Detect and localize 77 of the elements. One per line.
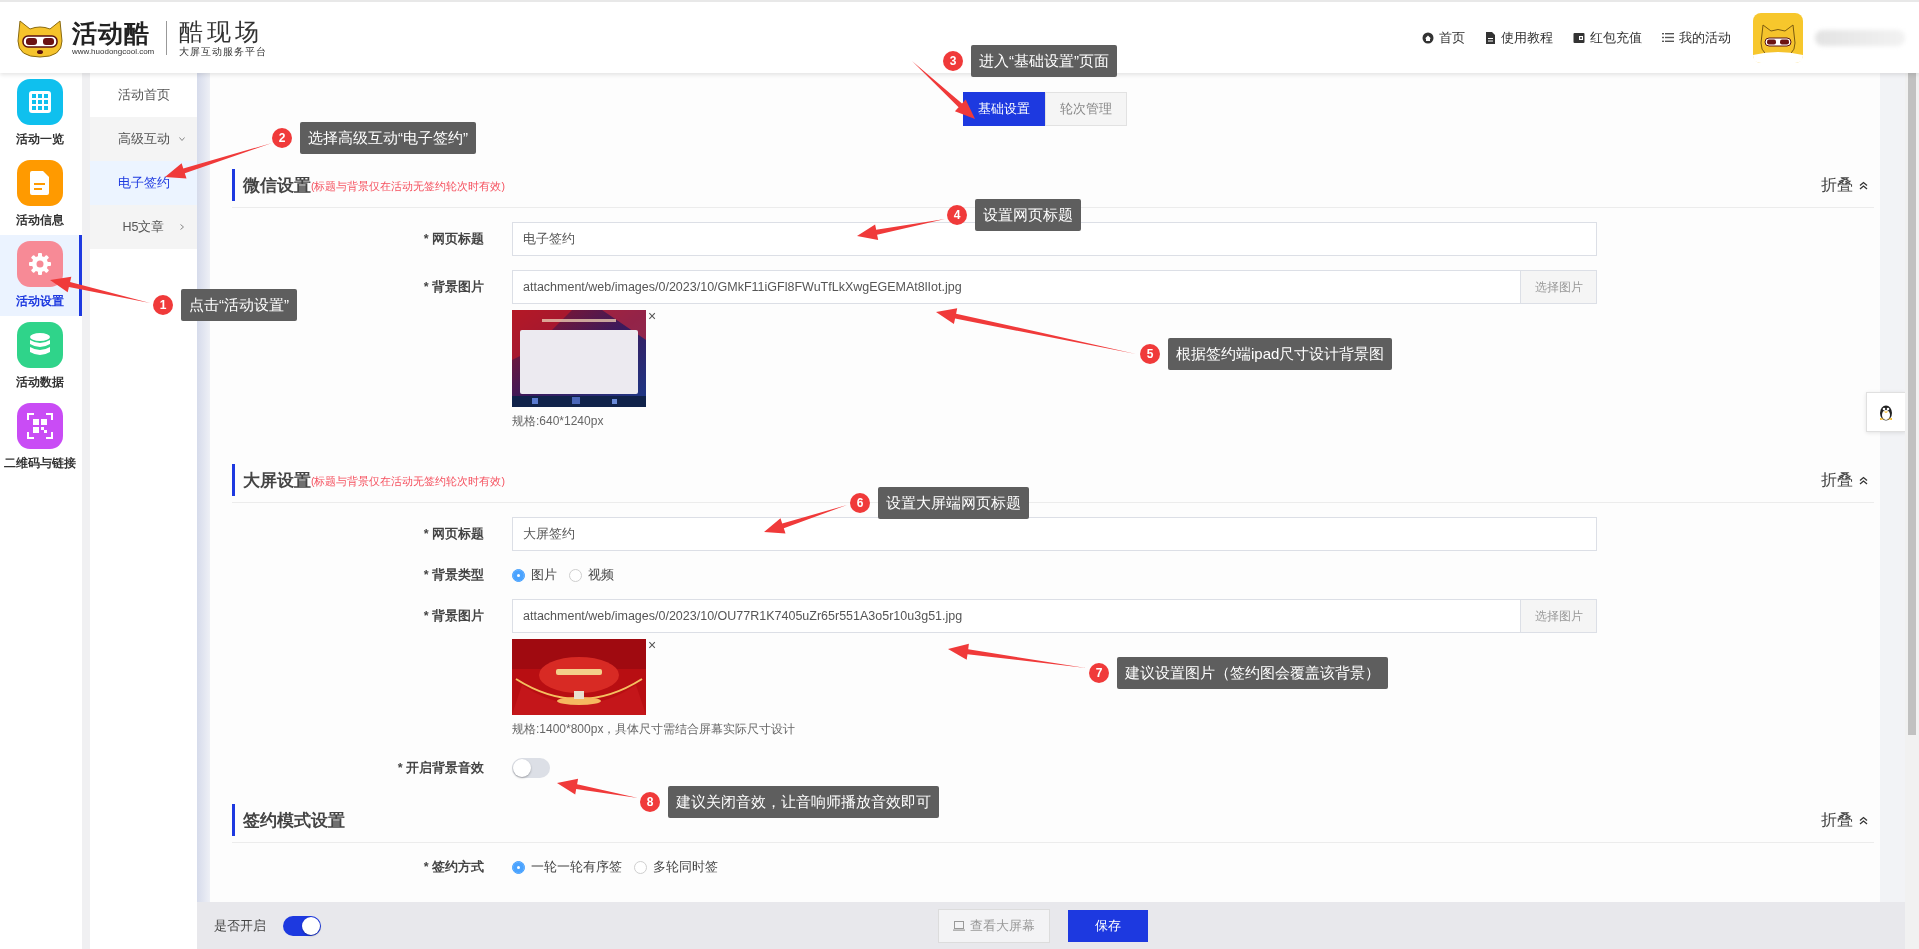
size-hint: 规格:640*1240px xyxy=(512,413,604,430)
qr-code-icon xyxy=(26,413,53,439)
size-hint: 规格:1400*800px，具体尺寸需结合屏幕实际尺寸设计 xyxy=(512,721,796,738)
product-name: 酷现场 xyxy=(179,18,265,46)
radio-label[interactable]: 视频 xyxy=(588,566,614,584)
field-label: * 网页标题 xyxy=(423,232,484,246)
document-icon xyxy=(1485,31,1496,44)
remove-image-button[interactable]: × xyxy=(646,310,659,322)
submenu-item[interactable]: 电子签约 xyxy=(90,161,197,205)
chevron-right-icon xyxy=(179,224,185,230)
callout-tooltip: 设置网页标题 xyxy=(975,199,1081,231)
input-field[interactable]: 大屏签约 xyxy=(512,517,1597,551)
grid-icon xyxy=(27,90,52,114)
monitor-icon xyxy=(953,920,965,931)
collapse-button[interactable]: 折叠 xyxy=(1821,809,1868,831)
home-icon xyxy=(1422,31,1434,44)
collapse-button[interactable]: 折叠 xyxy=(1821,469,1868,491)
field-label: * 签约方式 xyxy=(423,860,484,874)
radio-label[interactable]: 一轮一轮有序签 xyxy=(531,858,622,876)
input-field[interactable]: 电子签约 xyxy=(512,222,1597,256)
nav-link[interactable]: 我的活动 xyxy=(1662,28,1731,47)
brand-name: 活动酷 xyxy=(72,18,151,47)
tab[interactable]: 基础设置 xyxy=(963,92,1045,126)
wallet-icon xyxy=(1573,31,1585,44)
scrollbar-thumb[interactable] xyxy=(1908,73,1916,735)
field-label: * 背景图片 xyxy=(423,280,484,294)
save-button[interactable]: 保存 xyxy=(1068,909,1148,942)
avatar[interactable] xyxy=(1753,12,1803,63)
section-note: (标题与背景仅在活动无签约轮次时有效) xyxy=(311,179,505,194)
sidebar-item[interactable]: 活动设置 xyxy=(0,235,82,316)
radio-button[interactable] xyxy=(569,568,582,582)
radio-button[interactable] xyxy=(512,568,525,582)
sidebar-item[interactable]: 活动数据 xyxy=(0,316,82,397)
chat-button[interactable] xyxy=(1866,392,1905,432)
section-title: 微信设置 xyxy=(243,174,311,197)
field-label: * 网页标题 xyxy=(423,527,484,541)
toggle-switch[interactable] xyxy=(283,915,321,936)
radio-label[interactable]: 图片 xyxy=(531,566,557,584)
callout-tooltip: 选择高级互动“电子签约” xyxy=(300,122,476,154)
submenu-item[interactable]: H5文章 xyxy=(90,205,197,249)
enable-label: 是否开启 xyxy=(214,916,266,935)
submenu-item[interactable]: 高级互动 xyxy=(90,117,197,161)
nav-link[interactable]: 使用教程 xyxy=(1485,28,1553,47)
product-slogan: 大屏互动服务平台 xyxy=(179,46,268,57)
list-icon xyxy=(1662,32,1674,43)
double-chevron-up-icon xyxy=(1859,180,1868,190)
callout-tooltip: 建议设置图片（签约图会覆盖该背景） xyxy=(1117,657,1388,689)
sidebar-item[interactable]: 活动一览 xyxy=(0,73,82,154)
nav-link[interactable]: 红包充值 xyxy=(1573,28,1642,47)
callout-tooltip: 根据签约端ipad尺寸设计背景图 xyxy=(1168,338,1393,370)
callout-tooltip: 建议关闭音效，让音响师播放音效即可 xyxy=(668,786,939,818)
document-icon xyxy=(29,171,50,195)
callout-tooltip: 点击“活动设置” xyxy=(181,289,297,321)
double-chevron-up-icon xyxy=(1859,815,1868,825)
remove-image-button[interactable]: × xyxy=(646,639,659,651)
field-label: * 背景图片 xyxy=(423,609,484,623)
radio-button[interactable] xyxy=(634,860,647,874)
database-icon xyxy=(28,333,51,357)
section-note: (标题与背景仅在活动无签约轮次时有效) xyxy=(311,474,505,489)
penguin-icon xyxy=(1878,403,1894,421)
callout-tooltip: 设置大屏端网页标题 xyxy=(878,487,1029,519)
sidebar-item[interactable]: 活动信息 xyxy=(0,154,82,235)
gear-icon xyxy=(27,252,52,276)
brand-url: www.huodongcool.com xyxy=(72,46,155,57)
section-title: 大屏设置 xyxy=(243,469,311,492)
collapse-button[interactable]: 折叠 xyxy=(1821,174,1868,196)
callout-tooltip: 进入“基础设置”页面 xyxy=(971,45,1117,77)
radio-button[interactable] xyxy=(512,860,525,874)
chevron-down-icon xyxy=(179,136,185,142)
radio-label[interactable]: 多轮同时签 xyxy=(653,858,718,876)
double-chevron-up-icon xyxy=(1859,475,1868,485)
field-label: * 背景类型 xyxy=(423,568,484,582)
toggle-switch[interactable] xyxy=(512,758,550,778)
sidebar-item[interactable]: 二维码与链接 xyxy=(0,397,82,478)
section-title: 签约模式设置 xyxy=(243,809,345,832)
nav-link[interactable]: 首页 xyxy=(1422,28,1465,47)
field-label: * 开启背景音效 xyxy=(397,761,484,775)
